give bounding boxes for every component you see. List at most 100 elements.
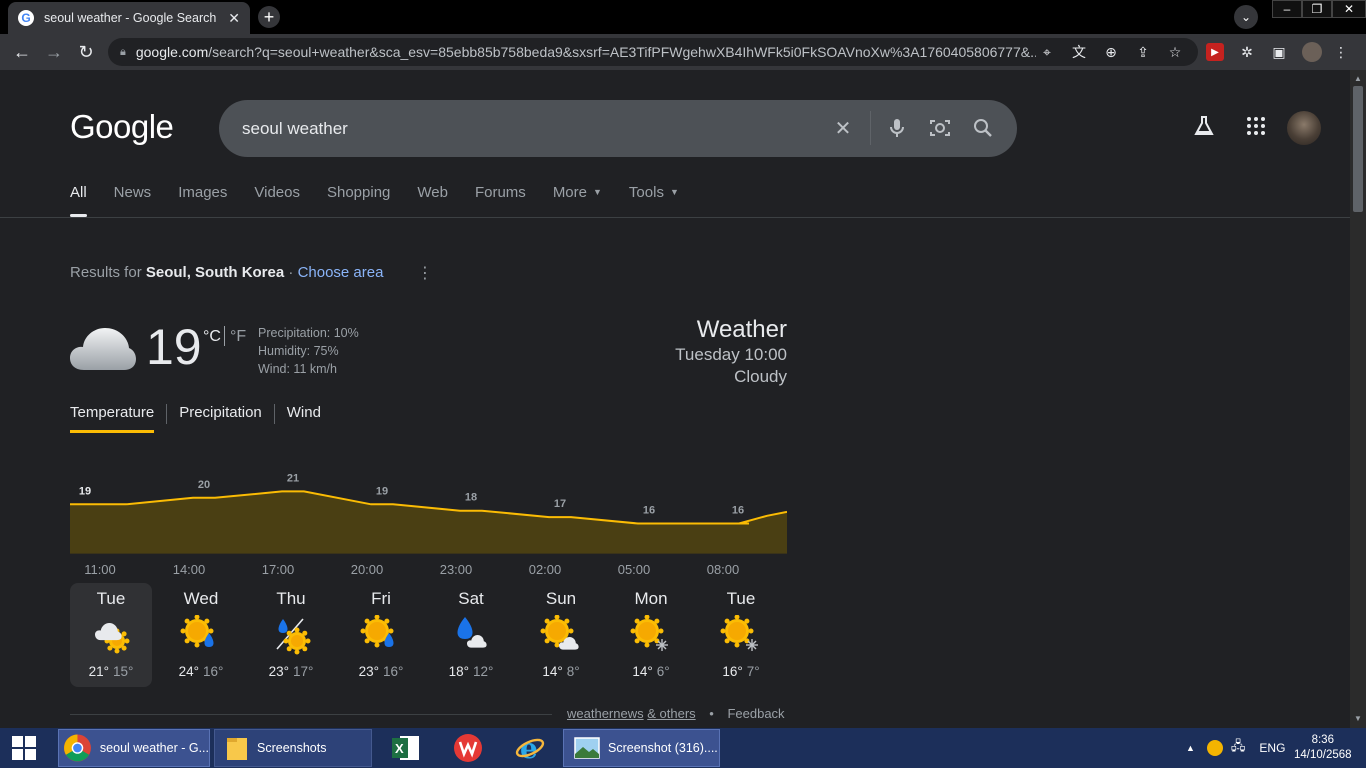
tab-forums[interactable]: Forums	[475, 184, 526, 218]
page-scrollbar[interactable]: ▲ ▼	[1350, 70, 1366, 728]
address-bar[interactable]: 🔒︎ google.com/search?q=seoul+weather&sca…	[108, 38, 1198, 66]
forecast-days: Tue 21° 15° Wed 24° 16° Thu 23° 17° Fri 23° 16° Sat 1…	[70, 583, 787, 689]
security-shield-icon[interactable]	[1206, 740, 1223, 756]
chrome-icon	[63, 734, 91, 762]
side-panel-icon[interactable]: ▣	[1270, 43, 1288, 61]
taskbar-excel[interactable]: X	[388, 729, 424, 767]
tab-wind[interactable]: Wind	[287, 404, 321, 431]
forecast-low: 6°	[656, 664, 670, 679]
search-icon[interactable]	[971, 116, 995, 140]
extensions-puzzle-icon[interactable]: ✲	[1238, 43, 1256, 61]
tab-news[interactable]: News	[114, 184, 152, 218]
tab-precipitation[interactable]: Precipitation	[179, 404, 262, 431]
apps-grid-icon[interactable]	[1243, 113, 1269, 139]
translate-icon[interactable]: 文	[1070, 43, 1088, 61]
forecast-day-sun[interactable]: Sun 14° 8°	[520, 583, 602, 687]
url-text: google.com/search?q=seoul+weather&sca_es…	[135, 44, 1036, 60]
caret-down-icon: ▼	[669, 187, 679, 197]
profile-avatar[interactable]	[1302, 42, 1322, 62]
forecast-low: 16°	[203, 664, 224, 679]
others-link[interactable]: & others	[647, 706, 695, 721]
cloud-sun-icon	[95, 623, 130, 654]
bookmark-star-icon[interactable]: ☆	[1166, 43, 1184, 61]
folder-icon	[227, 738, 247, 760]
restore-button[interactable]: ❐	[1302, 0, 1332, 18]
tab-images[interactable]: Images	[178, 184, 227, 218]
tab-temperature[interactable]: Temperature	[70, 404, 155, 433]
account-avatar[interactable]	[1287, 111, 1321, 145]
forecast-day-name: Tue	[96, 589, 126, 608]
search-box[interactable]: seoul weather ✕	[219, 100, 1017, 157]
feedback-link[interactable]: Feedback	[727, 706, 784, 721]
tab-tools[interactable]: Tools ▼	[629, 184, 679, 218]
taskbar-explorer[interactable]: Screenshots	[214, 729, 372, 767]
language-indicator[interactable]: ENG	[1259, 741, 1285, 755]
forward-button[interactable]: →	[42, 40, 66, 64]
more-options-icon[interactable]: ⋮	[417, 263, 433, 283]
wind-text: Wind: 11 km/h	[258, 362, 337, 376]
weathernews-link[interactable]: weathernews	[567, 706, 644, 721]
minimize-button[interactable]: –	[1272, 0, 1302, 18]
back-button[interactable]: ←	[10, 40, 34, 64]
tab-all[interactable]: All	[70, 184, 87, 218]
menu-kebab-icon[interactable]: ⋮	[1332, 43, 1350, 61]
browser-tab[interactable]: G seoul weather - Google Search ✕	[8, 2, 250, 34]
choose-area-link[interactable]: Choose area	[298, 264, 384, 281]
taskbar-chrome[interactable]: seoul weather - G...	[58, 729, 210, 767]
forecast-day-mon[interactable]: Mon 14° 6°	[610, 583, 692, 687]
celsius-toggle[interactable]: °C	[203, 328, 221, 346]
tab-shopping[interactable]: Shopping	[327, 184, 390, 218]
labs-flask-icon[interactable]	[1191, 113, 1217, 139]
lens-camera-icon[interactable]	[928, 116, 952, 140]
forecast-day-thu[interactable]: Thu 23° 17°	[250, 583, 332, 687]
google-logo[interactable]: Google	[70, 108, 174, 146]
rain-cloud-icon	[457, 617, 487, 648]
new-tab-button[interactable]: +	[258, 6, 280, 28]
forecast-day-tue[interactable]: Tue 16° 7°	[700, 583, 782, 687]
forecast-low: 17°	[293, 664, 314, 679]
taskbar-photos[interactable]: Screenshot (316)....	[563, 729, 720, 767]
time-tick-label: 23:00	[440, 562, 473, 577]
extension-red-icon[interactable]: ▶	[1206, 43, 1224, 61]
forecast-day-tue[interactable]: Tue 21° 15°	[70, 583, 152, 687]
taskbar-clock[interactable]: 8:36 14/10/2568	[1294, 733, 1352, 763]
close-window-button[interactable]: ✕	[1332, 0, 1366, 18]
scrollbar-thumb[interactable]	[1353, 86, 1363, 212]
taskbar-chrome-label: seoul weather - G...	[99, 741, 209, 755]
search-input[interactable]: seoul weather	[242, 119, 348, 139]
microphone-icon[interactable]	[885, 116, 909, 140]
tab-title: seoul weather - Google Search	[44, 11, 217, 25]
reload-button[interactable]: ↻	[74, 40, 98, 64]
forecast-day-name: Mon	[634, 589, 668, 608]
forecast-low: 15°	[113, 664, 134, 679]
tab-web[interactable]: Web	[417, 184, 448, 218]
tab-search-button[interactable]: ⌄	[1234, 5, 1258, 29]
scroll-up-icon[interactable]: ▲	[1354, 74, 1362, 83]
photo-viewer-icon	[574, 737, 600, 759]
tray-expand-icon[interactable]: ▲	[1186, 743, 1195, 753]
internet-explorer-icon: e	[515, 733, 545, 763]
zoom-icon[interactable]: ⊕	[1102, 43, 1120, 61]
taskbar-wps[interactable]	[450, 729, 486, 767]
unit-separator	[224, 326, 225, 346]
forecast-day-fri[interactable]: Fri 23° 16°	[340, 583, 422, 687]
clear-icon[interactable]: ✕	[831, 116, 855, 140]
forecast-day-wed[interactable]: Wed 24° 16°	[160, 583, 242, 687]
windows-start-button[interactable]	[0, 728, 48, 768]
tab-more[interactable]: More ▼	[553, 184, 602, 218]
close-tab-icon[interactable]: ✕	[228, 10, 240, 27]
fahrenheit-toggle[interactable]: °F	[230, 328, 246, 346]
temperature-label: 20	[198, 479, 210, 491]
tab-videos[interactable]: Videos	[254, 184, 300, 218]
forecast-day-sat[interactable]: Sat 18° 12°	[430, 583, 512, 687]
precipitation-text: Precipitation: 10%	[258, 326, 359, 340]
lock-icon[interactable]: 🔒︎	[120, 46, 126, 59]
taskbar-ie[interactable]: e	[512, 729, 548, 767]
scroll-down-icon[interactable]: ▼	[1354, 714, 1362, 723]
current-temperature: 19	[146, 319, 202, 375]
forecast-high: 23°	[358, 664, 379, 679]
temperature-label: 21	[287, 472, 299, 484]
network-icon[interactable]: 🖧︎	[1231, 737, 1246, 759]
location-icon[interactable]: ⌖	[1038, 43, 1056, 61]
share-icon[interactable]: ⇪	[1134, 43, 1152, 61]
